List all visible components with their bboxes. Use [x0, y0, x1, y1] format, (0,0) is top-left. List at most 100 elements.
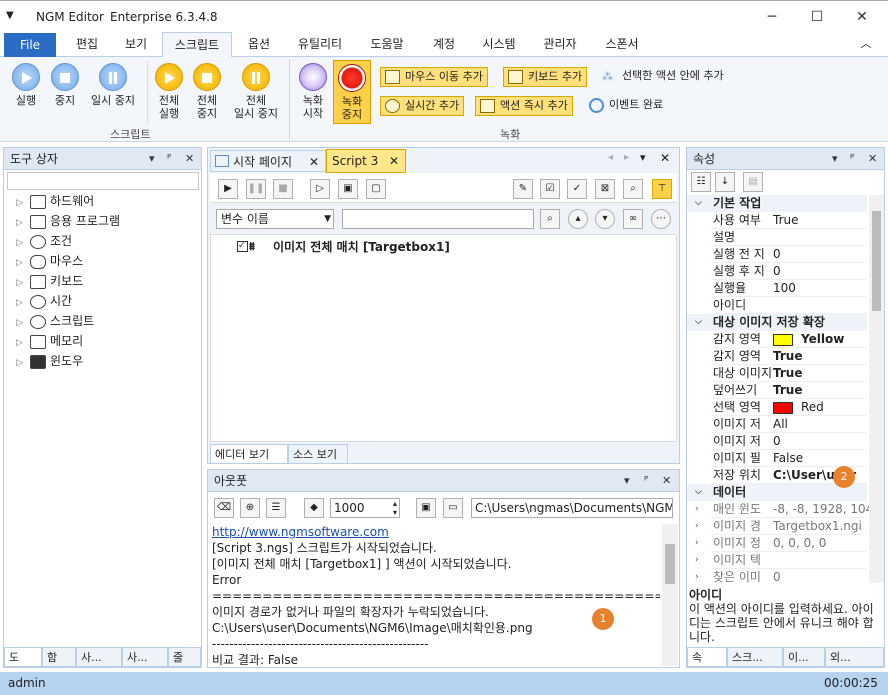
property-value[interactable]: Red — [773, 399, 869, 416]
maximize-button[interactable]: ☐ — [797, 5, 837, 29]
sort-az-icon[interactable]: ↓ — [715, 172, 735, 192]
expand-icon[interactable]: › — [695, 552, 699, 569]
tab-admin[interactable]: 관리자 — [530, 32, 590, 57]
add-in-selected-button[interactable]: ⁂ 선택한 액션 안에 추가 — [600, 67, 724, 87]
property-row[interactable]: 대상 이미지 True — [687, 365, 867, 382]
tab-source-view[interactable]: 소스 보기 — [288, 444, 348, 464]
tab-sponsor[interactable]: 스폰서 — [592, 32, 652, 57]
tab-list-icon[interactable]: ▾ — [640, 151, 646, 164]
collapse-icon[interactable]: ⌵ — [695, 195, 702, 212]
tab-editor-view[interactable]: 에디터 보기 — [210, 444, 288, 464]
expand-icon[interactable]: › — [695, 535, 699, 552]
property-scrollbar[interactable] — [869, 195, 884, 583]
run-button[interactable]: 실행 — [6, 63, 46, 107]
add-realtime-button[interactable]: 실시간 추가 — [380, 96, 465, 116]
tab-account[interactable]: 계정 — [420, 32, 468, 57]
add-keyboard-button[interactable]: 키보드 추가 — [503, 67, 588, 87]
up-arrow-icon[interactable]: ▴ — [568, 209, 588, 229]
property-value[interactable]: 0 — [773, 246, 869, 263]
down-arrow-icon[interactable]: ▾ — [595, 209, 615, 229]
tab-toolbox[interactable]: 도 — [4, 647, 42, 667]
property-row[interactable]: › 이미지 텍 — [687, 552, 867, 569]
pin-icon[interactable]: ᴾ — [850, 148, 854, 170]
property-row[interactable]: 이미지 저 0 — [687, 433, 867, 450]
tab-options[interactable]: 옵션 — [234, 32, 284, 57]
property-value[interactable]: -8, -8, 1928, 1048 — [773, 501, 869, 518]
log-link[interactable]: http://www.ngmsoftware.com — [212, 524, 660, 540]
folder-icon[interactable]: ▭ — [443, 498, 463, 518]
close-button[interactable]: ✕ — [842, 5, 882, 29]
tab-start-page[interactable]: 시작 페이지 ✕ — [210, 150, 326, 172]
property-value[interactable]: Yellow — [773, 331, 869, 348]
checkbox-icon[interactable]: ✓ — [237, 241, 248, 252]
tab-script-list[interactable]: 스크... — [727, 647, 783, 667]
property-row[interactable]: 감지 영역 Yellow — [687, 331, 867, 348]
property-row[interactable]: 실행 전 지 0 — [687, 246, 867, 263]
eraser-icon[interactable]: ◆ — [304, 498, 324, 518]
list-icon[interactable]: ☰ — [266, 498, 286, 518]
tab-functions[interactable]: 함 — [42, 647, 76, 667]
variable-select[interactable]: 변수 이름 ▼ — [216, 209, 334, 229]
pause-icon[interactable]: ❚❚ — [246, 179, 266, 199]
pin-icon[interactable]: ᴾ — [167, 148, 171, 170]
pin-icon[interactable]: ᴾ — [644, 470, 648, 492]
property-row[interactable]: › 찾은 이미 0 — [687, 569, 867, 583]
property-row[interactable]: 아이디 — [687, 297, 867, 314]
pause-all-button[interactable]: 전체 일시 중지 — [226, 63, 286, 120]
more-icon[interactable]: ⋯ — [651, 209, 671, 229]
property-value[interactable]: 100 — [773, 280, 869, 297]
tab-scroll-left-icon[interactable]: ◂ — [608, 152, 613, 163]
tree-view-icon[interactable]: ⊤ — [652, 179, 672, 199]
line-count-stepper[interactable]: 1000 ▴ ▾ — [330, 498, 400, 518]
property-value[interactable]: True — [773, 382, 869, 399]
collapse-icon[interactable]: ⌵ — [695, 314, 702, 331]
close-tab-icon[interactable]: ✕ — [389, 150, 399, 172]
tab-user-1[interactable]: 사... — [76, 647, 122, 667]
tree-item-hardware[interactable]: ▷ 하드웨어 — [16, 191, 94, 211]
tab-help[interactable]: 도움말 — [356, 32, 418, 57]
collapse-icon[interactable]: ⌵ — [695, 484, 702, 501]
expand-icon[interactable]: › — [695, 518, 699, 535]
dropdown-icon[interactable]: ▾ — [624, 470, 630, 492]
tab-scroll-right-icon[interactable]: ▸ — [624, 152, 629, 163]
infinity-icon[interactable]: ∞ — [623, 209, 643, 229]
property-row[interactable]: › 이미지 경 Targetbox1.ngi — [687, 518, 867, 535]
save-icon[interactable]: ▣ — [416, 498, 436, 518]
run-all-button[interactable]: 전체 실행 — [150, 63, 188, 120]
event-done-button[interactable]: 이벤트 완료 — [587, 96, 663, 116]
property-value[interactable]: 0 — [773, 433, 869, 450]
close-pane-icon[interactable]: ✕ — [662, 470, 671, 492]
toolbox-search-input[interactable] — [7, 172, 199, 190]
expand-icon[interactable]: › — [695, 501, 699, 518]
file-menu-button[interactable]: File — [4, 33, 56, 57]
tree-item-keyboard[interactable]: ▷ 키보드 — [16, 271, 83, 291]
tree-item-condition[interactable]: ▷ 조건 — [16, 231, 72, 251]
minimize-button[interactable]: ─ — [752, 5, 792, 29]
dropdown-icon[interactable]: ▾ — [149, 148, 155, 170]
property-row[interactable]: 선택 영역 Red — [687, 399, 867, 416]
step-over-icon[interactable]: ▢ — [366, 179, 386, 199]
step-play-icon[interactable]: ▷ — [310, 179, 330, 199]
tab-image[interactable]: 이... — [783, 647, 825, 667]
property-value[interactable]: All — [773, 416, 869, 433]
stop-all-button[interactable]: 전체 중지 — [188, 63, 226, 120]
property-value[interactable]: False — [773, 450, 869, 467]
pause-button[interactable]: 일시 중지 — [84, 63, 142, 107]
tab-script[interactable]: 스크립트 — [162, 32, 232, 58]
output-scrollbar[interactable] — [662, 524, 678, 666]
property-value[interactable]: Targetbox1.ngi — [773, 518, 869, 535]
tab-script-3[interactable]: Script 3 ✕ — [326, 149, 406, 173]
property-value[interactable]: 0 — [773, 263, 869, 280]
stop-icon[interactable]: ■ — [273, 179, 293, 199]
tree-item-memory[interactable]: ▷ 메모리 — [16, 331, 83, 351]
property-value[interactable]: True — [773, 212, 869, 229]
tab-lines[interactable]: 줄 — [168, 647, 201, 667]
tree-item-application[interactable]: ▷ 응용 프로그램 — [16, 211, 120, 231]
property-row[interactable]: 실행 후 지 0 — [687, 263, 867, 280]
tree-item-window[interactable]: ▷ 윈도우 — [16, 351, 83, 371]
close-pane-icon[interactable]: ✕ — [868, 148, 877, 170]
stop-button[interactable]: 중지 — [46, 63, 84, 107]
tree-item-script[interactable]: ▷ 스크립트 — [16, 311, 94, 331]
step-into-icon[interactable]: ▣ — [338, 179, 358, 199]
close-pane-icon[interactable]: ✕ — [185, 148, 194, 170]
